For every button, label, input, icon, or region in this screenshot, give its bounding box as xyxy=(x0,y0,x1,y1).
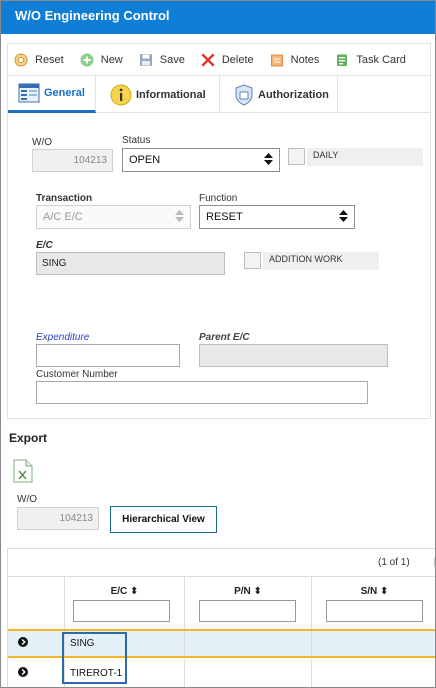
function-select[interactable]: RESET xyxy=(199,205,355,229)
expander-column-header xyxy=(8,577,65,630)
sn-filter-input[interactable] xyxy=(326,600,423,622)
shield-icon xyxy=(234,83,254,106)
addition-work-label: ADDITION WORK xyxy=(263,252,379,270)
cell-pn[interactable] xyxy=(185,659,312,687)
save-label: Save xyxy=(159,53,185,66)
pager-text: (1 of 1) xyxy=(378,557,410,568)
reset-icon xyxy=(14,53,28,67)
tab-general-label: General xyxy=(44,87,85,99)
updown-arrows-icon xyxy=(175,209,184,225)
tab-authorization-label: Authorization xyxy=(258,88,329,101)
save-button[interactable]: Save xyxy=(139,53,185,67)
sort-icon[interactable]: ⬍ xyxy=(254,586,262,597)
status-value: OPEN xyxy=(129,154,161,166)
column-header-ec[interactable]: E/C ⬍ xyxy=(65,577,185,630)
window-title: W/O Engineering Control xyxy=(1,1,435,34)
export-title: Export xyxy=(9,431,48,445)
notes-button[interactable]: Notes xyxy=(270,53,320,67)
column-header-sn[interactable]: S/N ⬍ xyxy=(312,577,435,630)
customer-number-label: Customer Number xyxy=(36,369,118,380)
tab-informational[interactable]: Informational xyxy=(96,76,220,113)
hierarchical-view-button[interactable]: Hierarchical View xyxy=(110,506,217,533)
cell-ec[interactable]: SING xyxy=(65,631,185,656)
table-row[interactable]: SING xyxy=(8,629,435,658)
transaction-value: A/C E/C xyxy=(43,211,83,223)
reset-button[interactable]: Reset xyxy=(14,53,64,67)
expand-arrow-icon[interactable] xyxy=(18,666,28,680)
floppy-disk-icon xyxy=(139,53,153,67)
column-header-sn-label: S/N xyxy=(360,586,378,597)
expenditure-label: Expenditure xyxy=(36,332,90,343)
grid-pager: (1 of 1) | xyxy=(8,549,435,577)
row-expander[interactable] xyxy=(8,631,65,656)
task-card-button[interactable]: Task Card xyxy=(335,53,406,67)
status-select[interactable]: OPEN xyxy=(122,148,280,172)
pager-first-icon[interactable]: | xyxy=(433,557,435,568)
column-header-pn[interactable]: P/N ⬍ xyxy=(185,577,312,630)
table-row[interactable]: TIREROT-1 xyxy=(8,659,435,687)
excel-export-icon[interactable] xyxy=(13,459,33,483)
reset-label: Reset xyxy=(35,53,64,66)
toolbar: Reset New Save Delete Notes Task Card xyxy=(7,43,431,75)
parent-ec-field[interactable] xyxy=(199,344,388,367)
addition-work-checkbox[interactable] xyxy=(244,252,261,269)
delete-x-icon xyxy=(201,53,215,67)
plus-icon xyxy=(80,53,94,67)
updown-arrows-icon xyxy=(339,209,348,225)
transaction-select[interactable]: A/C E/C xyxy=(36,205,191,229)
expand-arrow-icon[interactable] xyxy=(18,637,28,650)
new-button[interactable]: New xyxy=(80,53,123,67)
daily-label: DAILY xyxy=(307,148,423,166)
tab-informational-label: Informational xyxy=(136,88,206,101)
delete-button[interactable]: Delete xyxy=(201,53,254,67)
daily-checkbox[interactable] xyxy=(288,148,305,165)
export-wo-field[interactable]: 104213 xyxy=(17,507,99,530)
cell-sn[interactable] xyxy=(312,659,435,687)
column-header-pn-label: P/N xyxy=(234,586,251,597)
delete-label: Delete xyxy=(221,53,254,66)
tab-bar: General Informational Authorization xyxy=(7,75,431,113)
customer-number-field[interactable] xyxy=(36,381,368,404)
transaction-label: Transaction xyxy=(36,193,93,204)
expenditure-field[interactable] xyxy=(36,344,180,367)
row-expander[interactable] xyxy=(8,659,65,687)
info-icon xyxy=(110,84,132,106)
tab-authorization[interactable]: Authorization xyxy=(220,76,338,113)
ec-filter-input[interactable] xyxy=(73,600,170,622)
results-grid: (1 of 1) | E/C ⬍ P/N ⬍ S/N ⬍ SING TIRERO… xyxy=(7,548,435,687)
cell-ec[interactable]: TIREROT-1 xyxy=(65,659,185,687)
ec-field[interactable]: SING xyxy=(36,252,225,275)
notes-label: Notes xyxy=(290,53,320,66)
parent-ec-label: Parent E/C xyxy=(199,332,250,343)
cell-pn[interactable] xyxy=(185,631,312,656)
function-value: RESET xyxy=(206,211,243,223)
export-wo-label: W/O xyxy=(17,494,37,505)
wo-label: W/O xyxy=(32,137,52,148)
task-card-label: Task Card xyxy=(356,53,406,66)
tab-general[interactable]: General xyxy=(8,76,96,113)
new-label: New xyxy=(100,53,123,66)
task-card-icon xyxy=(335,53,349,67)
window-frame: W/O Engineering Control Reset New Save D… xyxy=(0,0,436,688)
column-header-ec-label: E/C xyxy=(110,586,128,597)
pn-filter-input[interactable] xyxy=(199,600,296,622)
notes-icon xyxy=(270,53,284,67)
cell-sn[interactable] xyxy=(312,631,435,656)
status-label: Status xyxy=(122,135,151,146)
sort-icon[interactable]: ⬍ xyxy=(130,586,138,597)
general-form: W/O 104213 Status OPEN DAILY Transaction… xyxy=(7,113,431,419)
ec-label: E/C xyxy=(36,240,53,251)
wo-field[interactable]: 104213 xyxy=(32,149,113,172)
sort-icon[interactable]: ⬍ xyxy=(380,586,388,597)
updown-arrows-icon xyxy=(264,152,273,168)
general-tab-icon xyxy=(18,82,40,104)
function-label: Function xyxy=(199,193,238,204)
